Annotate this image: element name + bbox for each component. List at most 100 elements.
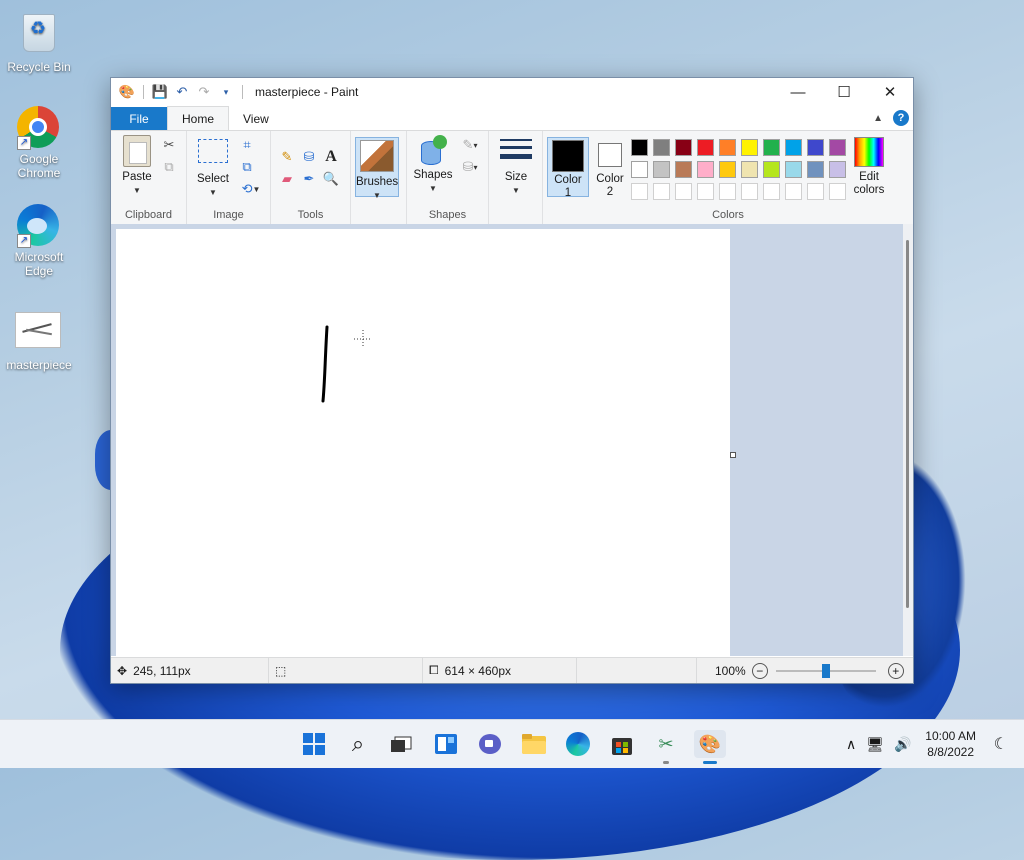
network-icon[interactable]: 🖥	[866, 736, 884, 753]
resize-icon[interactable]: ⧉	[239, 159, 255, 175]
canvas-resize-handle[interactable]	[730, 452, 736, 458]
chevron-up-icon[interactable]: ∧	[846, 736, 856, 753]
dropdown-caret-icon: ▼	[512, 186, 520, 195]
focus-assist-icon[interactable]: ☾	[994, 734, 1008, 754]
minimize-button[interactable]: —	[775, 78, 821, 106]
brushes-button[interactable]: Brushes ▼	[355, 137, 399, 200]
color-swatch[interactable]	[763, 161, 780, 178]
color-picker-icon[interactable]: ✒	[301, 171, 317, 187]
color2-button[interactable]: Color 2	[591, 137, 629, 199]
zoom-slider[interactable]	[775, 663, 876, 678]
custom-color-slot[interactable]	[785, 183, 802, 200]
eraser-icon[interactable]: ▰	[279, 171, 295, 187]
custom-color-slot[interactable]	[763, 183, 780, 200]
tab-home[interactable]: Home	[167, 106, 230, 130]
desktop-icon-edge[interactable]: ↗ Microsoft Edge	[4, 204, 74, 278]
collapse-ribbon-icon[interactable]: ▲	[873, 113, 883, 124]
start-button[interactable]	[300, 730, 328, 758]
zoom-out-icon[interactable]: −	[751, 662, 768, 679]
paint-taskbar-button[interactable]: 🎨	[694, 730, 726, 764]
color-swatch[interactable]	[675, 139, 692, 156]
close-button[interactable]: ✕	[867, 78, 913, 106]
desktop-icon-recycle-bin[interactable]: Recycle Bin	[4, 10, 74, 74]
color-swatch[interactable]	[785, 161, 802, 178]
file-explorer-button[interactable]	[520, 730, 548, 758]
canvas-area[interactable]	[111, 224, 903, 656]
cut-icon[interactable]: ✂	[161, 137, 177, 153]
shapes-group: Shapes ▼ ✎ ▾ ⛁ ▾ Shapes	[407, 131, 489, 224]
save-icon[interactable]: 💾	[152, 84, 168, 100]
custom-color-slot[interactable]	[807, 183, 824, 200]
color2-number: 2	[606, 186, 614, 198]
crop-icon[interactable]: ⌗	[239, 137, 255, 153]
help-button[interactable]: ?	[893, 110, 909, 126]
color-swatch[interactable]	[719, 161, 736, 178]
search-button[interactable]: ⌕	[344, 730, 372, 758]
snipping-tool-button[interactable]: ✂	[652, 730, 680, 764]
undo-icon[interactable]: ↶	[174, 84, 190, 100]
color-swatch[interactable]	[631, 139, 648, 156]
color-swatch[interactable]	[829, 139, 846, 156]
store-button[interactable]	[608, 730, 636, 758]
clipboard-icon	[123, 135, 151, 167]
edit-colors-button[interactable]: Edit colors	[847, 137, 891, 197]
color-swatch[interactable]	[675, 161, 692, 178]
paste-button[interactable]: Paste ▼	[119, 135, 155, 197]
customize-qat-icon[interactable]: ▾	[218, 84, 234, 100]
status-empty	[577, 658, 697, 683]
desktop-icon-masterpiece[interactable]: masterpiece	[4, 306, 74, 372]
color-swatch[interactable]	[807, 161, 824, 178]
color-swatch[interactable]	[631, 161, 648, 178]
color-swatch[interactable]	[719, 139, 736, 156]
zoom-slider-thumb[interactable]	[821, 663, 830, 678]
select-button[interactable]: Select ▼	[193, 135, 233, 199]
tab-view[interactable]: View	[229, 107, 283, 130]
custom-color-slot[interactable]	[697, 183, 714, 200]
color1-button[interactable]: Color 1	[547, 137, 589, 199]
pencil-icon[interactable]: ✎	[279, 149, 295, 165]
fill-icon[interactable]: ⛁	[301, 149, 317, 165]
color-swatch[interactable]	[807, 139, 824, 156]
color-swatch[interactable]	[697, 139, 714, 156]
drawing-canvas[interactable]	[116, 229, 730, 656]
redo-icon[interactable]: ↷	[196, 84, 212, 100]
maximize-button[interactable]: ☐	[821, 78, 867, 106]
task-view-button[interactable]	[388, 730, 416, 758]
copy-icon[interactable]: ⧉	[161, 159, 177, 175]
volume-icon[interactable]: 🔊	[894, 736, 911, 753]
custom-color-slot[interactable]	[719, 183, 736, 200]
rotate-icon[interactable]: ⟲ ▼	[239, 181, 263, 197]
clock[interactable]: 10:00 AM 8/8/2022	[925, 728, 976, 760]
color-swatch[interactable]	[763, 139, 780, 156]
custom-color-slot[interactable]	[631, 183, 648, 200]
dropdown-caret-icon: ▼	[373, 191, 381, 200]
color-swatch[interactable]	[653, 161, 670, 178]
edge-taskbar-button[interactable]	[564, 730, 592, 758]
color-swatch[interactable]	[829, 161, 846, 178]
zoom-in-icon[interactable]: +	[887, 662, 904, 679]
tab-file[interactable]: File	[111, 107, 167, 130]
widgets-button[interactable]	[432, 730, 460, 758]
vertical-scrollbar[interactable]	[903, 224, 913, 656]
color-swatch[interactable]	[653, 139, 670, 156]
custom-color-slot[interactable]	[675, 183, 692, 200]
color-swatch[interactable]	[741, 161, 758, 178]
custom-color-slot[interactable]	[653, 183, 670, 200]
outline-icon[interactable]: ✎ ▾	[457, 137, 483, 153]
color-swatch[interactable]	[785, 139, 802, 156]
scrollbar-thumb[interactable]	[906, 240, 909, 608]
color-swatch[interactable]	[697, 161, 714, 178]
group-label: Clipboard	[124, 209, 173, 221]
magnifier-icon[interactable]: 🔍	[323, 171, 339, 187]
custom-color-slot[interactable]	[741, 183, 758, 200]
group-label: Shapes	[428, 209, 467, 221]
shapes-button[interactable]: Shapes ▼	[413, 135, 453, 195]
custom-color-slot[interactable]	[829, 183, 846, 200]
size-button[interactable]: Size ▼	[497, 135, 535, 197]
shape-fill-icon[interactable]: ⛁ ▾	[457, 159, 483, 175]
text-icon[interactable]: A	[323, 148, 339, 165]
teams-chat-button[interactable]	[476, 730, 504, 758]
desktop-icon-chrome[interactable]: ↗ Google Chrome	[4, 106, 74, 180]
color-swatch[interactable]	[741, 139, 758, 156]
paint-app-icon[interactable]: 🎨	[119, 84, 135, 100]
